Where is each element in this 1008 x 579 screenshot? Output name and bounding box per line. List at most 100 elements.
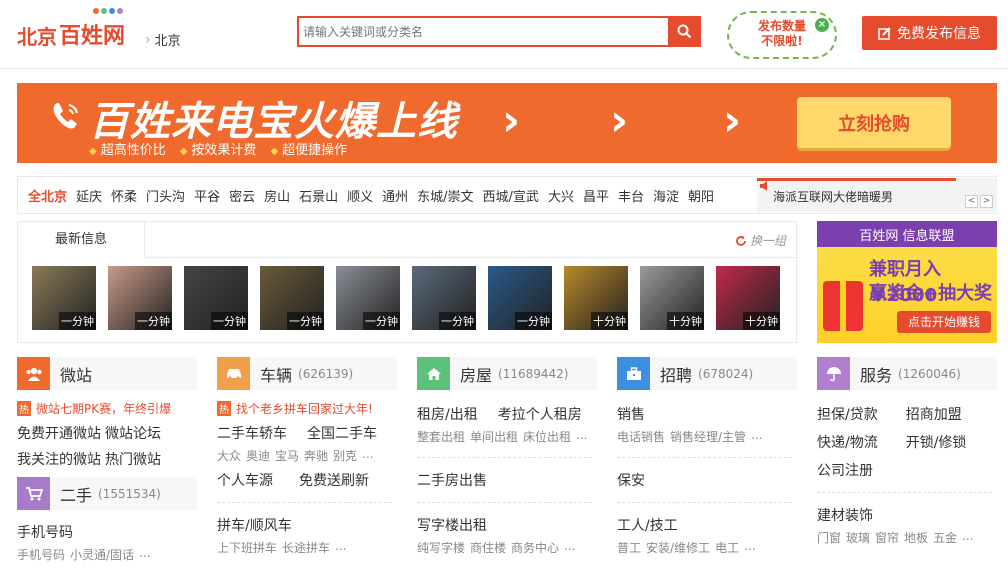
district-link[interactable]: 通州 bbox=[382, 186, 408, 205]
category-header-fangwu[interactable]: 房屋 (11689442) bbox=[417, 357, 597, 390]
promo-banner[interactable]: 百姓来电宝火爆上线 超高性价比 按效果计费 超便捷操作 › › › 立刻抢购 bbox=[17, 83, 997, 163]
site-logo[interactable]: 北京 百姓网 bbox=[17, 8, 125, 50]
sub-link[interactable]: 单间出租 bbox=[470, 428, 518, 445]
category-header-zhaopin[interactable]: 招聘 (678024) bbox=[617, 357, 797, 390]
district-link[interactable]: 怀柔 bbox=[111, 186, 137, 205]
district-link[interactable]: 平谷 bbox=[194, 186, 220, 205]
district-link[interactable]: 朝阳 bbox=[688, 186, 714, 205]
category-link[interactable]: 销售 bbox=[617, 404, 645, 424]
sub-link[interactable]: 上下班拼车 bbox=[217, 539, 277, 556]
alliance-ad[interactable]: 百姓网 信息联盟 兼职月入￥2000 赢奖金+抽大奖 点击开始赚钱 bbox=[817, 221, 997, 343]
hot-link[interactable]: 热 微站七期PK赛，年终引爆 bbox=[17, 400, 197, 417]
latest-thumbnail[interactable]: 十分钟 bbox=[640, 266, 704, 330]
category-header-ershou[interactable]: 二手 (1551534) bbox=[17, 477, 197, 510]
category-link[interactable]: 建材装饰 bbox=[817, 505, 873, 525]
sub-link[interactable]: 奔驰 bbox=[304, 447, 328, 464]
sub-link[interactable]: 别克 bbox=[333, 447, 357, 464]
sub-link[interactable]: 销售经理/主管 bbox=[670, 428, 746, 445]
sub-link[interactable]: 地板 bbox=[904, 529, 928, 546]
latest-thumbnail[interactable]: 一分钟 bbox=[412, 266, 476, 330]
category-link[interactable]: 租房/出租 bbox=[417, 404, 478, 424]
latest-thumbnail[interactable]: 一分钟 bbox=[260, 266, 324, 330]
district-link[interactable]: 西城/宣武 bbox=[483, 186, 539, 205]
category-link[interactable]: 免费送刷新 bbox=[299, 470, 369, 490]
category-link[interactable]: 开锁/修锁 bbox=[906, 432, 967, 452]
sub-link[interactable]: ... bbox=[576, 428, 587, 445]
category-link[interactable]: 工人/技工 bbox=[617, 515, 678, 535]
category-link[interactable]: 保安 bbox=[617, 470, 645, 490]
sub-link[interactable]: 小灵通/固话 bbox=[70, 546, 134, 563]
category-link[interactable]: 担保/贷款 bbox=[817, 404, 878, 424]
category-link[interactable]: 微站论坛 bbox=[105, 423, 161, 443]
sub-link[interactable]: ... bbox=[962, 529, 973, 546]
latest-thumbnail[interactable]: 一分钟 bbox=[32, 266, 96, 330]
category-link[interactable]: 写字楼出租 bbox=[417, 515, 487, 535]
sub-link[interactable]: 商务中心 bbox=[511, 539, 559, 556]
sub-link[interactable]: 手机号码 bbox=[17, 546, 65, 563]
category-link[interactable]: 招商加盟 bbox=[906, 404, 962, 424]
sub-link[interactable]: ... bbox=[335, 539, 346, 556]
district-link[interactable]: 门头沟 bbox=[146, 186, 185, 205]
category-link[interactable]: 个人车源 bbox=[217, 470, 273, 490]
sub-link[interactable]: ... bbox=[139, 546, 150, 563]
close-icon[interactable]: × bbox=[815, 18, 829, 32]
sub-link[interactable]: ... bbox=[564, 539, 575, 556]
category-link[interactable]: 二手车轿车 bbox=[217, 423, 287, 443]
latest-thumbnail[interactable]: 一分钟 bbox=[336, 266, 400, 330]
latest-thumbnail[interactable]: 一分钟 bbox=[184, 266, 248, 330]
category-link[interactable]: 拼车/顺风车 bbox=[217, 515, 292, 535]
sub-link[interactable]: 床位出租 bbox=[523, 428, 571, 445]
sub-link[interactable]: 窗帘 bbox=[875, 529, 899, 546]
district-link[interactable]: 延庆 bbox=[76, 186, 102, 205]
sub-link[interactable]: 电工 bbox=[715, 539, 739, 556]
district-link[interactable]: 丰台 bbox=[618, 186, 644, 205]
district-link[interactable]: 东城/崇文 bbox=[417, 186, 473, 205]
post-info-button[interactable]: 免费发布信息 bbox=[862, 16, 997, 50]
refresh-button[interactable]: 换一组 bbox=[735, 232, 786, 249]
district-link[interactable]: 大兴 bbox=[548, 186, 574, 205]
latest-thumbnail[interactable]: 一分钟 bbox=[108, 266, 172, 330]
ticker-text[interactable]: 海派互联网大佬暗暖男 bbox=[773, 188, 893, 205]
category-header-cheliang[interactable]: 车辆 (626139) bbox=[217, 357, 397, 390]
sub-link[interactable]: 纯写字楼 bbox=[417, 539, 465, 556]
category-link[interactable]: 公司注册 bbox=[817, 460, 873, 480]
hot-link[interactable]: 热 找个老乡拼车回家过大年! bbox=[217, 400, 397, 417]
sub-link[interactable]: 长途拼车 bbox=[282, 539, 330, 556]
category-link[interactable]: 热门微站 bbox=[105, 449, 161, 469]
tab-latest[interactable]: 最新信息 bbox=[18, 222, 145, 258]
latest-thumbnail[interactable]: 十分钟 bbox=[716, 266, 780, 330]
category-header-fuwu[interactable]: 服务 (1260046) bbox=[817, 357, 997, 390]
sub-link[interactable]: 整套出租 bbox=[417, 428, 465, 445]
sub-link[interactable]: ... bbox=[751, 428, 762, 445]
district-link[interactable]: 石景山 bbox=[299, 186, 338, 205]
sub-link[interactable]: 奥迪 bbox=[246, 447, 270, 464]
sub-link[interactable]: 电话销售 bbox=[617, 428, 665, 445]
ad-start-button[interactable]: 点击开始赚钱 bbox=[897, 311, 991, 333]
category-link[interactable]: 全国二手车 bbox=[307, 423, 377, 443]
district-all[interactable]: 全北京 bbox=[28, 186, 67, 205]
sub-link[interactable]: 五金 bbox=[933, 529, 957, 546]
search-input[interactable] bbox=[297, 16, 668, 47]
category-link[interactable]: 免费开通微站 bbox=[17, 423, 101, 443]
sub-link[interactable]: 门窗 bbox=[817, 529, 841, 546]
ticker-next-button[interactable]: > bbox=[980, 195, 993, 208]
free-post-badge[interactable]: 发布数量 不限啦! × bbox=[727, 11, 837, 59]
buy-now-button[interactable]: 立刻抢购 bbox=[797, 97, 951, 148]
district-link[interactable]: 顺义 bbox=[347, 186, 373, 205]
sub-link[interactable]: 安装/维修工 bbox=[646, 539, 710, 556]
category-link[interactable]: 二手房出售 bbox=[417, 470, 487, 490]
category-link[interactable]: 我关注的微站 bbox=[17, 449, 101, 469]
sub-link[interactable]: ... bbox=[362, 447, 373, 464]
ticker-prev-button[interactable]: < bbox=[965, 195, 978, 208]
category-link[interactable]: 快递/物流 bbox=[817, 432, 878, 452]
sub-link[interactable]: ... bbox=[744, 539, 755, 556]
sub-link[interactable]: 普工 bbox=[617, 539, 641, 556]
district-link[interactable]: 房山 bbox=[264, 186, 290, 205]
sub-link[interactable]: 大众 bbox=[217, 447, 241, 464]
sub-link[interactable]: 玻璃 bbox=[846, 529, 870, 546]
sub-link[interactable]: 商住楼 bbox=[470, 539, 506, 556]
district-link[interactable]: 密云 bbox=[229, 186, 255, 205]
sub-link[interactable]: 宝马 bbox=[275, 447, 299, 464]
search-button[interactable] bbox=[668, 16, 701, 47]
district-link[interactable]: 海淀 bbox=[653, 186, 679, 205]
